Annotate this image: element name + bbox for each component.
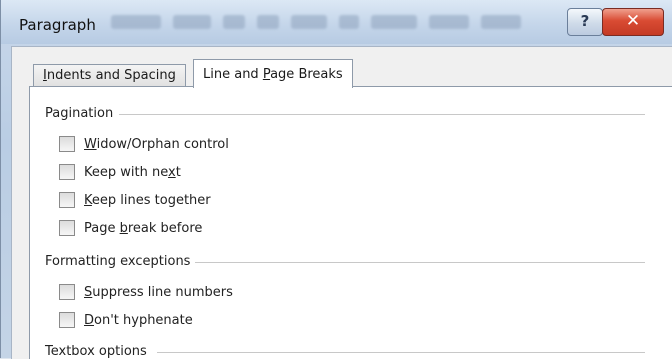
checkbox-label: Suppress line numbers [84, 284, 233, 300]
checkbox-label: Page break before [84, 220, 203, 236]
section-heading-formatting-exceptions: Formatting exceptions [45, 254, 191, 269]
section-divider [157, 352, 645, 353]
checkbox-box[interactable] [59, 136, 75, 152]
checkbox-label: Keep lines together [84, 192, 211, 208]
help-button[interactable]: ? [567, 8, 603, 36]
section-divider [119, 114, 645, 115]
checkbox-box[interactable] [59, 284, 75, 300]
checkbox-label: Keep with next [84, 164, 181, 180]
widow-orphan-control-checkbox[interactable]: Widow/Orphan control [59, 136, 229, 152]
page-break-before-checkbox[interactable]: Page break before [59, 220, 202, 236]
tab-line-and-page-breaks[interactable]: Line and Page Breaks [193, 59, 353, 88]
checkbox-label: Widow/Orphan control [84, 136, 229, 152]
keep-lines-together-checkbox[interactable]: Keep lines together [59, 192, 211, 208]
dialog-title: Paragraph [19, 16, 96, 34]
section-heading-pagination: Pagination [45, 106, 114, 121]
suppress-line-numbers-checkbox[interactable]: Suppress line numbers [59, 284, 233, 300]
section-divider [195, 262, 645, 263]
tab-indents-and-spacing[interactable]: Indents and Spacing [33, 64, 186, 87]
paragraph-dialog: Paragraph ? ✕ Indents and Spacing Line a… [0, 0, 672, 359]
background-ribbon [111, 10, 531, 34]
close-button[interactable]: ✕ [602, 8, 664, 36]
dont-hyphenate-checkbox[interactable]: Don't hyphenate [59, 312, 193, 328]
checkbox-box[interactable] [59, 312, 75, 328]
keep-with-next-checkbox[interactable]: Keep with next [59, 164, 181, 180]
close-icon: ✕ [625, 11, 641, 31]
checkbox-box[interactable] [59, 220, 75, 236]
title-bar[interactable]: Paragraph ? ✕ [1, 0, 672, 44]
checkbox-box[interactable] [59, 192, 75, 208]
section-heading-textbox-options: Textbox options [45, 344, 147, 359]
checkbox-box[interactable] [59, 164, 75, 180]
checkbox-label: Don't hyphenate [84, 312, 193, 328]
